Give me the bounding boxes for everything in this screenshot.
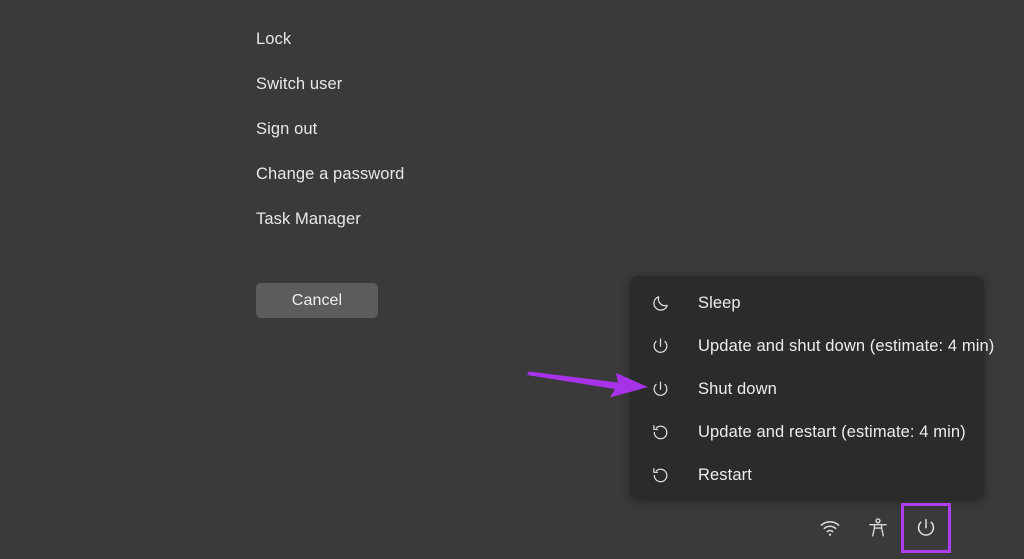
option-label: Task Manager <box>256 210 361 228</box>
moon-icon <box>651 292 679 316</box>
option-item-task-manager[interactable]: Task Manager <box>256 207 586 252</box>
restart-icon <box>651 421 679 445</box>
option-label: Switch user <box>256 75 343 93</box>
menu-item-update-and-shut-down[interactable]: Update and shut down (estimate: 4 min) <box>630 325 994 368</box>
power-tray-button[interactable] <box>901 503 951 553</box>
option-item-change-a-password[interactable]: Change a password <box>256 162 586 207</box>
power-icon <box>651 335 679 359</box>
menu-item-sleep[interactable]: Sleep <box>630 282 984 325</box>
power-context-menu: Sleep Update and shut down (estimate: 4 … <box>630 276 994 500</box>
power-icon <box>651 378 679 402</box>
cancel-button[interactable]: Cancel <box>256 283 378 318</box>
menu-item-label: Shut down <box>698 380 777 398</box>
menu-item-label: Restart <box>698 466 752 484</box>
option-item-lock[interactable]: Lock <box>256 27 586 72</box>
option-item-switch-user[interactable]: Switch user <box>256 72 586 117</box>
option-label: Change a password <box>256 165 405 183</box>
cancel-button-label: Cancel <box>291 291 343 309</box>
option-label: Lock <box>256 30 292 48</box>
menu-item-update-and-restart[interactable]: Update and restart (estimate: 4 min) <box>630 411 984 454</box>
network-tray-button[interactable] <box>806 504 854 552</box>
ease-of-access-tray-button[interactable] <box>854 504 902 552</box>
menu-item-shut-down[interactable]: Shut down <box>630 368 984 411</box>
option-item-sign-out[interactable]: Sign out <box>256 117 586 162</box>
menu-item-label: Sleep <box>698 294 741 312</box>
menu-item-restart[interactable]: Restart <box>630 454 984 497</box>
system-tray <box>806 500 958 556</box>
option-label: Sign out <box>256 120 318 138</box>
menu-item-label: Update and shut down (estimate: 4 min) <box>698 337 995 355</box>
menu-item-label: Update and restart (estimate: 4 min) <box>698 423 966 441</box>
restart-icon <box>651 464 679 488</box>
security-options-list: Lock Switch user Sign out Change a passw… <box>256 27 586 252</box>
